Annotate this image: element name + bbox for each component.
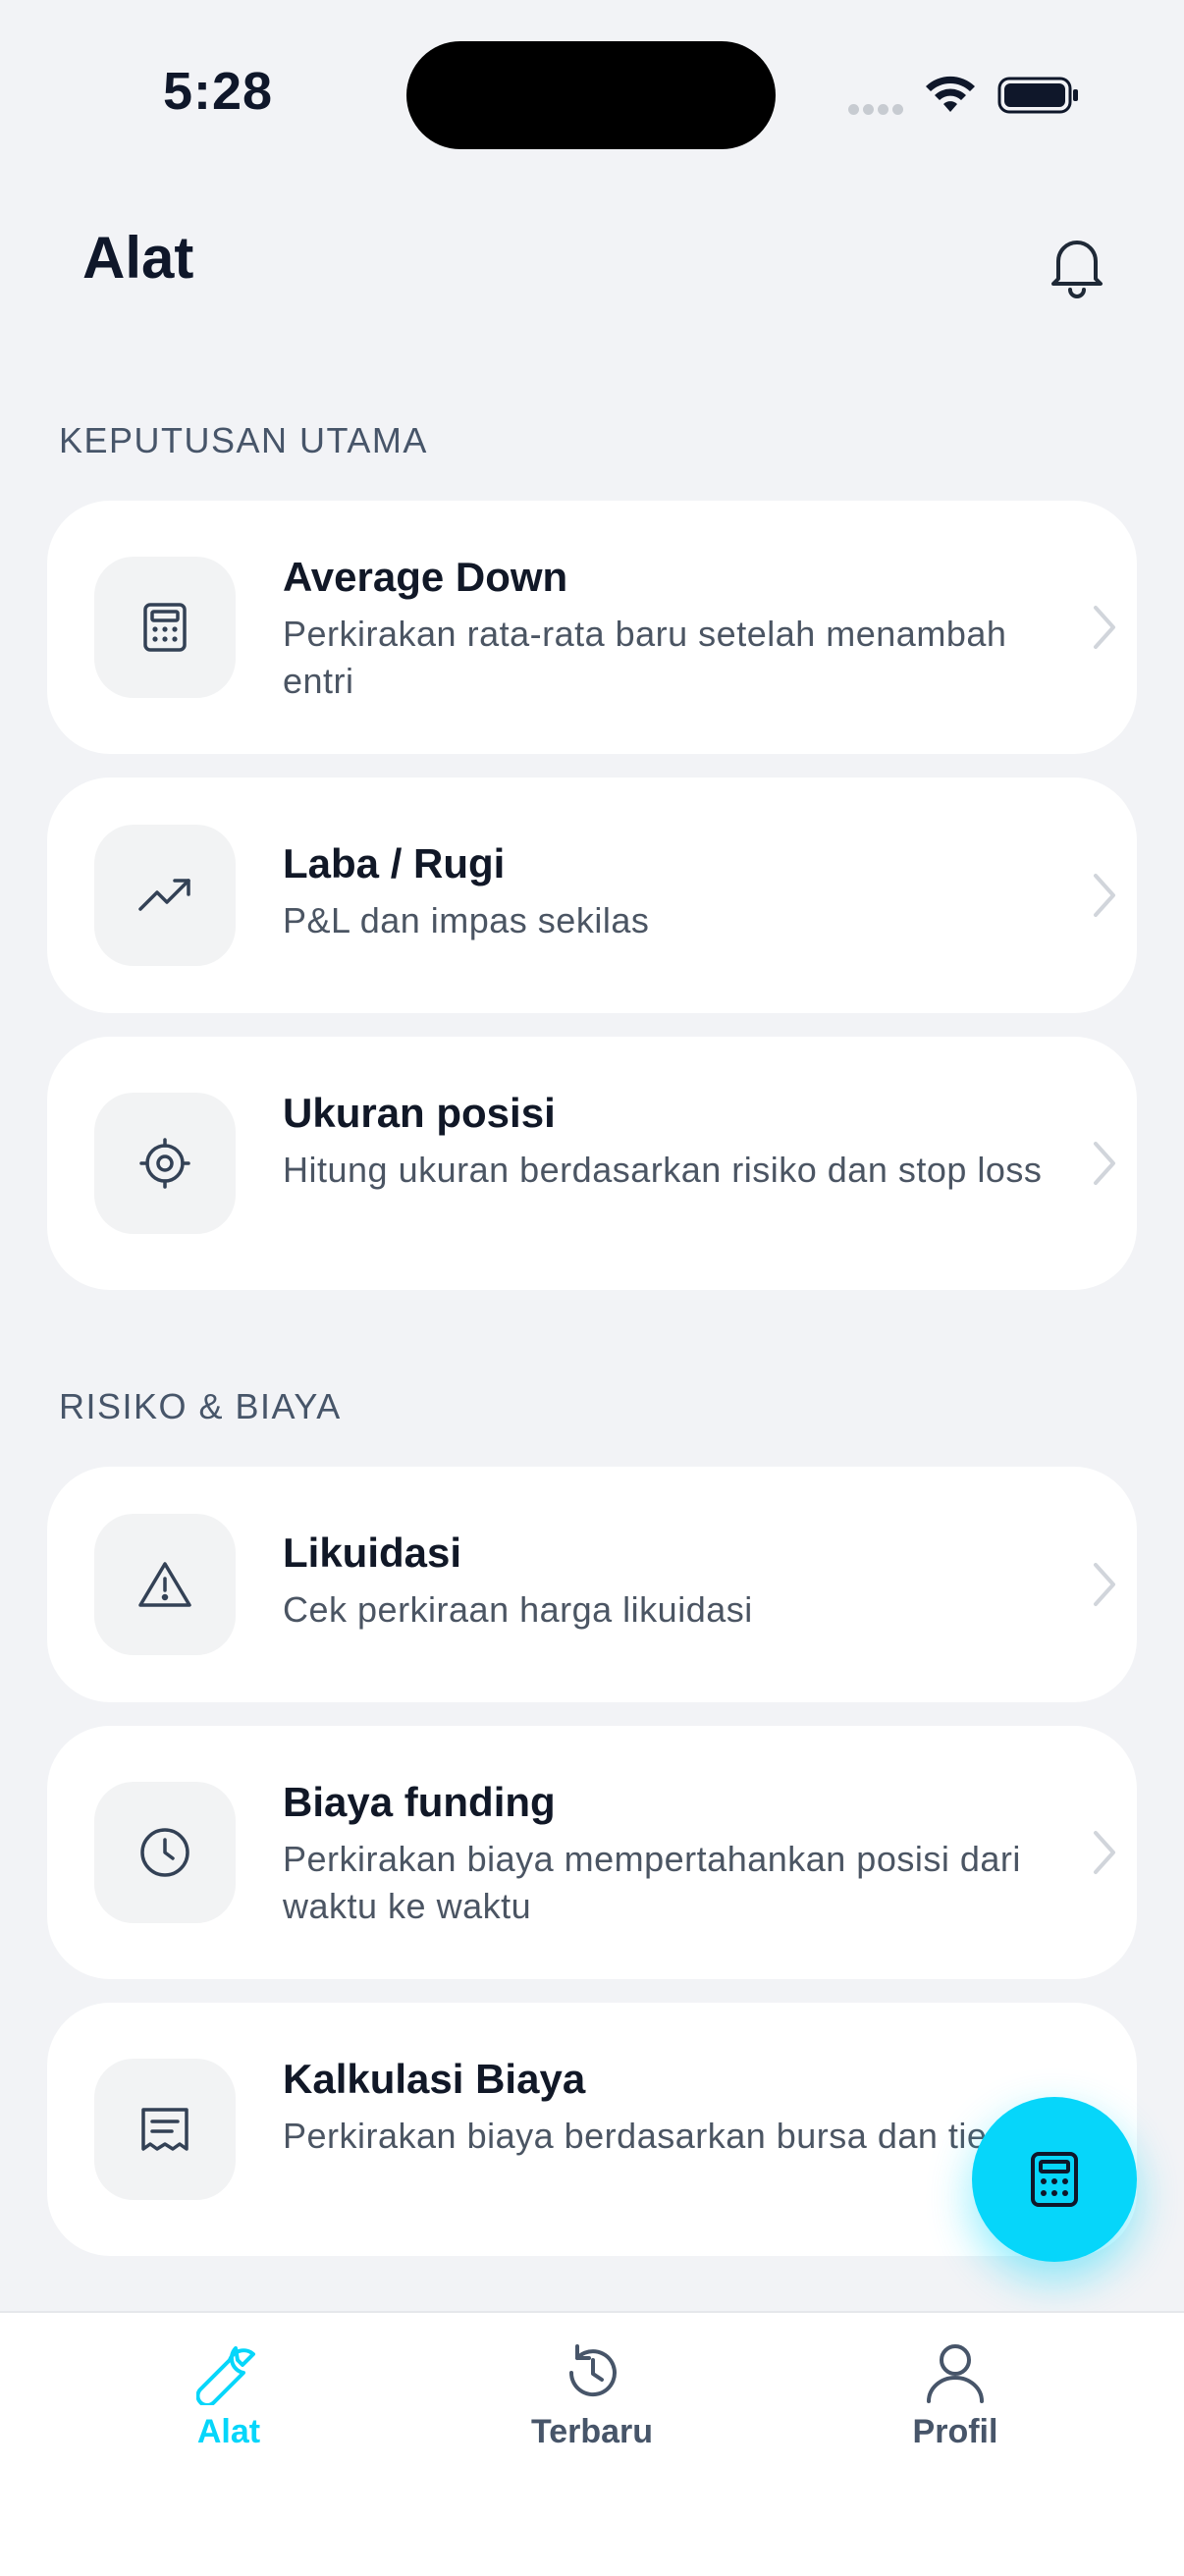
cellular-signal-icon bbox=[848, 102, 907, 116]
tool-title: Ukuran posisi bbox=[283, 1090, 556, 1136]
history-icon bbox=[568, 2344, 617, 2397]
tab-tools[interactable]: Alat bbox=[111, 2340, 347, 2451]
calculator-fab-button[interactable] bbox=[972, 2097, 1137, 2262]
tool-card-liquidation[interactable]: Likuidasi Cek perkiraan harga likuidasi bbox=[47, 1467, 1137, 1702]
user-icon bbox=[927, 2344, 984, 2403]
tab-label: Alat bbox=[196, 2413, 261, 2450]
tool-title: Likuidasi bbox=[283, 1530, 462, 1576]
section-label-risk-fees: RISIKO & BIAYA bbox=[59, 1386, 342, 1426]
wrench-icon bbox=[196, 2346, 255, 2405]
status-bar: 5:28 bbox=[0, 0, 1184, 177]
chevron-right-icon bbox=[1094, 874, 1115, 917]
tool-icon-container bbox=[94, 1514, 236, 1655]
chevron-right-icon bbox=[1094, 1831, 1115, 1874]
chevron-right-icon bbox=[1094, 606, 1115, 649]
tool-card-profit-loss[interactable]: Laba / Rugi P&L dan impas sekilas bbox=[47, 778, 1137, 1013]
battery-icon bbox=[997, 77, 1078, 114]
page-title: Alat bbox=[82, 225, 194, 291]
tab-recent[interactable]: Terbaru bbox=[474, 2340, 710, 2451]
tool-card-fee-calculation[interactable]: Kalkulasi Biaya Perkirakan biaya berdasa… bbox=[47, 2003, 1137, 2256]
bottom-tab-bar: Alat Terbaru Profil bbox=[0, 2311, 1184, 2576]
tool-icon-container bbox=[94, 1782, 236, 1923]
crosshair-icon bbox=[139, 1138, 190, 1189]
status-time: 5:28 bbox=[163, 62, 274, 121]
calculator-icon bbox=[1031, 2152, 1078, 2207]
tool-description: P&L dan impas sekilas bbox=[283, 900, 650, 940]
dynamic-island bbox=[406, 41, 776, 149]
tool-description: Perkirakan rata-rata baru setelah menamb… bbox=[283, 614, 1007, 701]
calculator-icon bbox=[143, 603, 187, 652]
chevron-right-icon bbox=[1094, 1142, 1115, 1185]
tool-description: Hitung ukuran berdasarkan risiko dan sto… bbox=[283, 1150, 1043, 1190]
tool-icon-container bbox=[94, 2059, 236, 2200]
tool-card-position-size[interactable]: Ukuran posisi Hitung ukuran berdasarkan … bbox=[47, 1037, 1137, 1290]
tool-title: Biaya funding bbox=[283, 1779, 556, 1825]
trending-up-icon bbox=[138, 879, 190, 911]
chevron-right-icon bbox=[1094, 1563, 1115, 1606]
tool-title: Kalkulasi Biaya bbox=[283, 2056, 586, 2102]
tab-profile[interactable]: Profil bbox=[837, 2340, 1073, 2451]
tool-card-funding-fee[interactable]: Biaya funding Perkirakan biaya mempertah… bbox=[47, 1726, 1137, 1979]
tool-description: Perkirakan biaya mempertahankan posisi d… bbox=[283, 1839, 1021, 1926]
tab-label: Profil bbox=[912, 2413, 998, 2450]
tool-icon-container bbox=[94, 1093, 236, 1234]
warning-icon bbox=[138, 1562, 191, 1607]
tab-label: Terbaru bbox=[530, 2413, 654, 2450]
tool-description: Perkirakan biaya berdasarkan bursa dan t… bbox=[283, 2116, 999, 2156]
tool-icon-container bbox=[94, 825, 236, 966]
tool-title: Average Down bbox=[283, 554, 568, 600]
wifi-icon bbox=[926, 76, 975, 112]
tool-title: Laba / Rugi bbox=[283, 840, 506, 886]
tool-card-average-down[interactable]: Average Down Perkirakan rata-rata baru s… bbox=[47, 501, 1137, 754]
clock-icon bbox=[140, 1828, 189, 1877]
receipt-icon bbox=[141, 2108, 188, 2151]
section-label-main-decisions: KEPUTUSAN UTAMA bbox=[59, 420, 428, 460]
tool-icon-container bbox=[94, 557, 236, 698]
tool-description: Cek perkiraan harga likuidasi bbox=[283, 1589, 753, 1630]
bell-icon[interactable] bbox=[1045, 232, 1109, 300]
